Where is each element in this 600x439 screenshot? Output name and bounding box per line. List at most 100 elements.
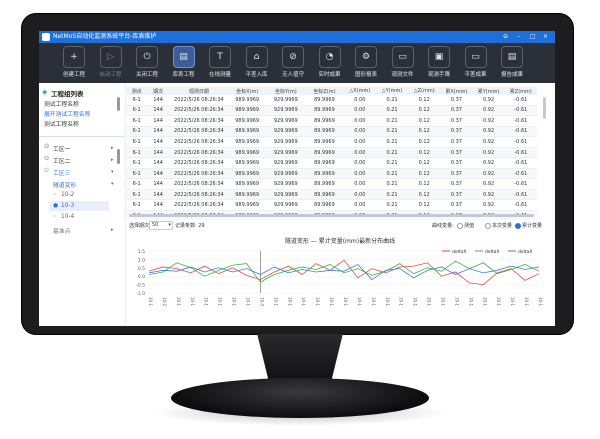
chevron-right-icon[interactable]: ▸ — [111, 227, 114, 233]
table-row[interactable]: 6-11442022/5/26 08:26:34989.9969929.9969… — [127, 157, 537, 169]
column-header[interactable]: 坐标X(m) — [227, 87, 267, 95]
table-cell: 0.00 — [343, 126, 376, 138]
settings-icon[interactable]: ⊖ — [503, 31, 508, 43]
table-vertical-scrollbar[interactable] — [543, 97, 546, 119]
y-tick-label: 0.0 — [138, 274, 145, 280]
radio-cumulative[interactable]: 累计变量 — [515, 222, 542, 229]
table-cell: -0.61 — [504, 199, 537, 211]
table-row[interactable]: 6-11442022/5/26 08:26:34989.9969929.9969… — [127, 189, 537, 201]
column-header[interactable]: 期次 — [146, 87, 170, 95]
x-tick-label: 10-2 — [162, 297, 167, 307]
toolbar-button-label: 启动工程 — [99, 72, 122, 78]
column-header[interactable]: 累X(mm) — [440, 87, 473, 95]
table-cell: 0.21 — [375, 168, 409, 180]
column-header[interactable]: △Z(mm) — [408, 87, 441, 95]
x-tick-label: 10-1 — [343, 297, 348, 307]
tree-group-3[interactable]: 工区三 — [53, 168, 70, 177]
tree-subgroup[interactable]: 隧道变形 — [53, 180, 76, 189]
project-item[interactable]: 测试工程名称 — [44, 99, 79, 108]
toolbar-button-8[interactable]: ⚙ 图形报表 — [351, 46, 381, 82]
table-row[interactable]: 6-11442022/5/26 08:26:34989.9969929.9969… — [127, 95, 537, 106]
table-cell: -0.61 — [504, 168, 537, 180]
table-cell: 0.12 — [408, 115, 441, 127]
folder-icon: ▭ — [391, 46, 414, 68]
x-tick-label: 10-1 — [399, 297, 404, 307]
table-cell: -0.61 — [504, 126, 537, 138]
table-cell: 0.12 — [408, 95, 441, 106]
x-tick-label: 10-1 — [496, 297, 501, 307]
chevron-down-icon[interactable]: ▾ — [111, 169, 114, 175]
table-cell: 0.00 — [343, 105, 376, 117]
maximize-icon[interactable]: □ — [530, 31, 536, 43]
chart-title: 隧道变形 — 累计变量(mm)最新分布曲线 — [285, 237, 395, 245]
line-chart: 隧道变形 — 累计变量(mm)最新分布曲线 1.5 1.0 0.5 0.0 -0.5 -1.… — [136, 237, 543, 307]
project-item[interactable]: 展开测试工程名称 — [44, 109, 90, 118]
toolbar-button-10[interactable]: ▣ 观测手簿 — [424, 46, 454, 82]
table-cell: 0.00 — [343, 189, 376, 201]
column-header[interactable]: 累Z(mm) — [504, 87, 537, 95]
chevron-right-icon[interactable]: ▸ — [111, 145, 114, 151]
toolbar-button-6[interactable]: ⊘ 无人值守 — [278, 46, 308, 82]
table-row[interactable]: 6-11442022/5/26 08:26:34989.9969929.9969… — [127, 199, 537, 211]
tree-group-2[interactable]: 工区二 — [53, 156, 70, 165]
toolbar-button-1[interactable]: ▷ 启动工程 — [96, 46, 126, 82]
table-cell: 989.9969 — [227, 126, 267, 138]
chevron-right-icon[interactable]: ▸ — [111, 157, 114, 163]
tree-point[interactable]: 10-4 — [61, 214, 74, 220]
toolbar-button-11[interactable]: ▭ 平差成果 — [461, 46, 491, 82]
radio-measured[interactable]: 测值 — [457, 222, 474, 229]
toolbar-button-label: 无人值守 — [281, 72, 304, 78]
table-row[interactable]: 6-11442022/5/26 08:26:34989.9969929.9969… — [127, 147, 537, 159]
table-row[interactable]: 6-11442022/5/26 08:26:34989.9969929.9969… — [127, 105, 537, 117]
table-cell: 0.37 — [440, 115, 473, 127]
table-row[interactable]: 6-11442022/5/26 08:26:34989.9969929.9969… — [127, 168, 537, 180]
close-icon[interactable]: × — [543, 31, 548, 43]
tree-group-1[interactable]: 工区一 — [53, 144, 70, 153]
table-row[interactable]: 6-11442022/5/26 08:26:34989.9969929.9969… — [127, 115, 537, 127]
project-item[interactable]: 测试工程名称 — [44, 119, 79, 128]
table-row[interactable]: 6-11442022/5/26 08:26:34989.9969929.9969… — [127, 136, 537, 148]
project-list-scrollbar[interactable] — [117, 97, 120, 111]
column-header[interactable]: 观测日期 — [169, 87, 228, 95]
column-header[interactable]: △Y(mm) — [375, 87, 409, 95]
column-header[interactable]: 测点 — [127, 87, 147, 95]
toolbar-button-7[interactable]: ◔ 实时成果 — [315, 46, 345, 82]
toolbar-button-9[interactable]: ▭ 观测文件 — [388, 46, 418, 82]
radio-current[interactable]: 本次变量 — [485, 222, 512, 229]
table-cell: 0.37 — [440, 126, 473, 138]
minimize-icon[interactable]: – — [517, 31, 520, 43]
table-cell: 0.12 — [408, 105, 441, 117]
table-row[interactable]: 6-11442022/5/26 08:26:34989.9969929.9969… — [127, 126, 537, 138]
table-cell: 2022/5/26 08:26:34 — [169, 147, 228, 159]
table-cell: 0.12 — [408, 178, 441, 190]
toolbar-button-5[interactable]: ⌂ 平差入库 — [242, 46, 272, 82]
tree-scrollbar[interactable] — [117, 149, 120, 164]
table-cell: 0.92 — [472, 147, 505, 159]
column-header[interactable]: △X(mm) — [343, 87, 376, 95]
toolbar-button-3[interactable]: ▤ 库表工程 — [169, 46, 199, 82]
toolbar-button-0[interactable]: + 创建工程 — [59, 46, 89, 82]
tree-base-points[interactable]: 基准点 — [53, 226, 70, 235]
chevron-down-icon[interactable]: ▾ — [111, 181, 114, 187]
tree-point[interactable]: 10-2 — [61, 192, 74, 198]
period-select[interactable]: 50 ▾ — [149, 221, 173, 230]
table-cell: 89.9969 — [305, 199, 344, 211]
toolbar-button-2[interactable]: ⏻ 关闭工程 — [132, 46, 162, 82]
column-header[interactable]: 累Y(mm) — [472, 87, 505, 95]
table-cell: 0.37 — [440, 189, 473, 201]
column-header[interactable]: 坐标Y(m) — [266, 87, 306, 95]
table-cell: 929.9969 — [266, 105, 306, 117]
table-horizontal-scrollbar[interactable] — [129, 214, 534, 217]
toolbar-button-4[interactable]: T 在线测量 — [205, 46, 235, 82]
table-row[interactable]: 6-11442022/5/26 08:26:34989.9969929.9969… — [127, 178, 537, 190]
tree-point-selected[interactable]: 10-3 — [61, 203, 74, 209]
monitor-stand-neck — [257, 334, 343, 384]
column-header[interactable]: 坐标Z(m) — [305, 87, 344, 95]
table-cell: 0.92 — [472, 178, 505, 190]
table-cell: 0.92 — [472, 168, 505, 180]
toolbar-button-12[interactable]: ▤ 报告成果 — [497, 46, 527, 82]
table-cell: 0.37 — [440, 199, 473, 211]
x-tick-label: 10-1 — [148, 297, 153, 307]
x-tick-label: 10-1 — [524, 297, 529, 307]
table-cell: 2022/5/26 08:26:34 — [169, 126, 228, 138]
